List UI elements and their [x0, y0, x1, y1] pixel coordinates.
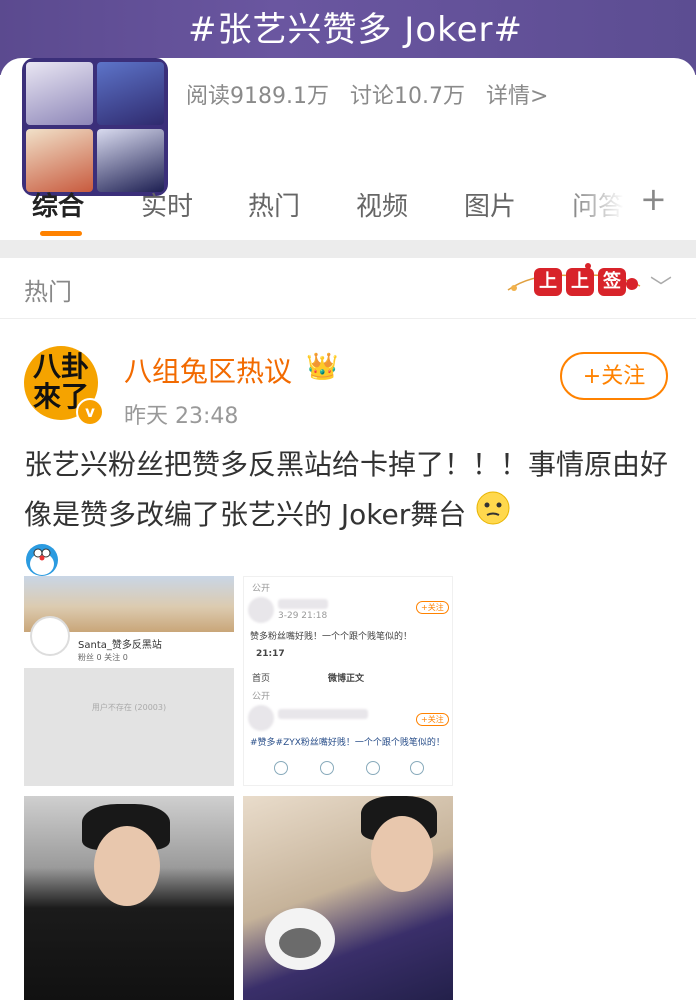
screenshot-follow-button: +关注 [416, 601, 449, 614]
post-image-4[interactable] [243, 796, 453, 1000]
tab-video[interactable]: 视频 [356, 186, 408, 223]
comment-icon [320, 761, 334, 775]
discussion-count: 讨论10.7万 [349, 84, 465, 109]
topic-title: #张艺兴赞多 Joker# [188, 10, 523, 50]
blurred-avatar [248, 705, 274, 731]
add-tab-icon[interactable]: + [640, 180, 667, 218]
face-shape [94, 826, 160, 906]
sign-char: 上 [566, 268, 594, 296]
share-icon [274, 761, 288, 775]
user-not-exist-notice: 用户不存在 (20003) [91, 703, 167, 712]
follow-button[interactable]: +关注 [560, 352, 668, 400]
topic-info-card [0, 58, 696, 196]
post-text: 张艺兴粉丝把赞多反黑站给卡掉了！！！事情原由好像是赞多改编了张艺兴的 Joker… [24, 440, 674, 594]
public-label: 公开 [252, 584, 271, 594]
screenshot-back: 首页 [252, 674, 271, 684]
screenshot-text-2: #赞多#ZYX粉丝嘴好贱！一个个跟个贱笔似的！ [250, 738, 445, 748]
tab-pictures[interactable]: 图片 [464, 186, 516, 223]
sort-label: 热门 [24, 278, 72, 306]
cat-face-shape [279, 928, 321, 958]
profile-name: Santa_赞多反黑站 [78, 640, 162, 651]
post-username[interactable]: 八组兔区热议 [124, 350, 292, 390]
screenshot-time: 3-29 21:18 [278, 611, 328, 621]
post-image-2[interactable]: 公开 3-29 21:18 +关注 赞多粉丝嘴好贱！一个个跟个贱笔似的！ 21:… [243, 576, 453, 786]
post-text-content: 张艺兴粉丝把赞多反黑站给卡掉了！！！事情原由好像是赞多改编了张艺兴的 Joker… [24, 448, 669, 531]
active-tab-indicator [40, 231, 82, 236]
lantern-sign-decoration[interactable]: 上 上 签 [504, 260, 644, 304]
thinking-emoji-icon [475, 490, 511, 542]
tab-comprehensive[interactable]: 综合 [32, 186, 84, 223]
profile-follow-counts: 粉丝 0 关注 0 [78, 653, 128, 662]
tab-realtime[interactable]: 实时 [141, 186, 193, 223]
sign-char: 上 [534, 268, 562, 296]
sign-char: 签 [598, 268, 626, 296]
default-avatar-icon [30, 616, 70, 656]
blurred-name [278, 599, 328, 609]
screenshot-page-title: 微博正文 [328, 674, 365, 684]
section-divider [0, 240, 696, 258]
post-image-3[interactable] [24, 796, 234, 1000]
post-time: 昨天 23:48 [124, 404, 239, 429]
cover-tile [97, 62, 164, 125]
read-count: 阅读9189.1万 [186, 84, 329, 109]
tab-hot[interactable]: 热门 [248, 186, 300, 223]
like-icon [366, 761, 380, 775]
topic-stats: 阅读9189.1万 讨论10.7万 详情> [186, 78, 562, 110]
face-shape [371, 816, 433, 892]
screenshot-text-1: 赞多粉丝嘴好贱！一个个跟个贱笔似的！ [250, 632, 413, 642]
public-label-2: 公开 [252, 692, 271, 702]
crown-icon: 👑 [306, 352, 339, 382]
screenshot-clock: 21:17 [256, 649, 285, 659]
save-icon [410, 761, 424, 775]
chevron-down-icon[interactable]: ﹀ [650, 270, 672, 302]
verified-badge-icon: v [76, 398, 104, 426]
details-link[interactable]: 详情> [486, 84, 548, 109]
post-image-1[interactable]: Santa_赞多反黑站 粉丝 0 关注 0 用户不存在 (20003) [24, 576, 234, 786]
blurred-name [278, 709, 368, 719]
tab-fade [560, 176, 640, 232]
cover-tile [26, 62, 93, 125]
screenshot-follow-button: +关注 [416, 713, 449, 726]
blurred-avatar [248, 597, 274, 623]
